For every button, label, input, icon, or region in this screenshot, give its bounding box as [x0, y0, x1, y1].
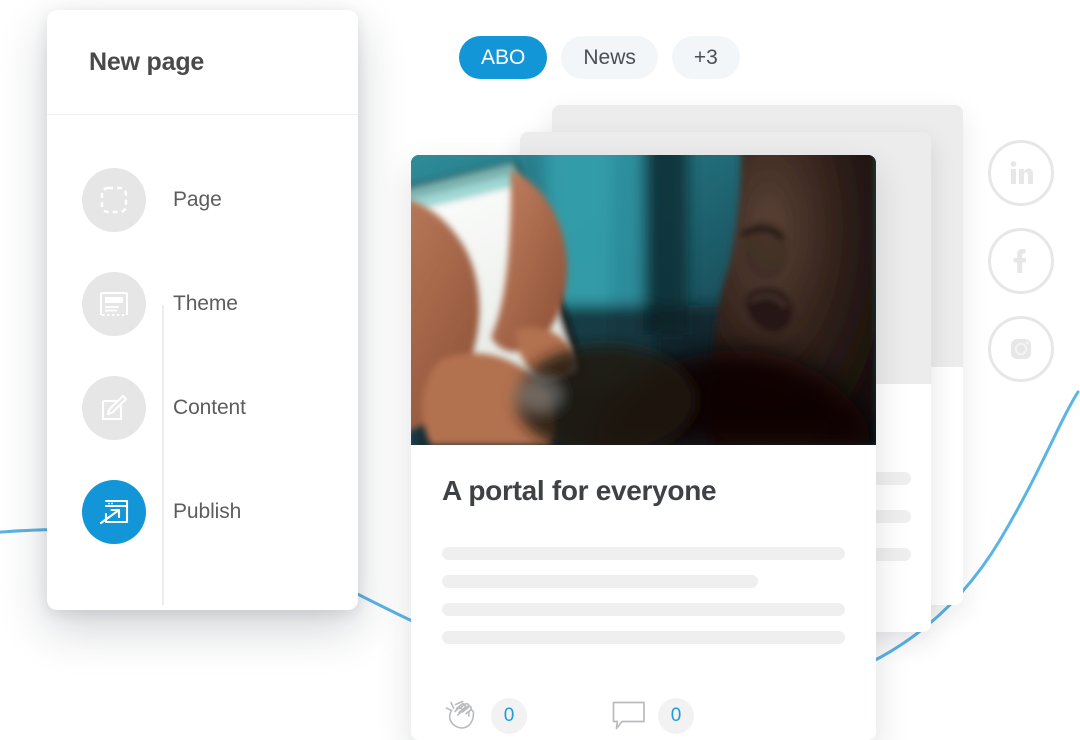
- article-title: A portal for everyone: [442, 475, 717, 506]
- tag-pill-news[interactable]: News: [561, 36, 658, 79]
- wizard-step-content[interactable]: Content: [47, 356, 358, 460]
- instagram-icon: [1011, 339, 1031, 359]
- wizard-step-label-theme: Theme: [173, 292, 238, 315]
- placeholder-line: [442, 575, 759, 588]
- wizard-step-theme[interactable]: Theme: [47, 252, 358, 356]
- tag-pill-abo[interactable]: ABO: [459, 36, 548, 79]
- article-placeholder-lines: [442, 547, 845, 644]
- wizard-header: New page: [47, 10, 358, 115]
- article-card[interactable]: A portal for everyone 0 0: [411, 155, 876, 740]
- tag-pill-row: ABO News +3: [459, 36, 740, 79]
- linkedin-icon: [1010, 161, 1033, 184]
- clap-hands-icon: [445, 700, 475, 729]
- wizard-steps: Page Theme Content Publish: [47, 115, 358, 605]
- layout-template-icon: [100, 292, 128, 316]
- placeholder-line: [442, 631, 845, 644]
- article-actions: 0 0: [442, 698, 845, 734]
- wizard-step-page[interactable]: Page: [47, 148, 358, 252]
- step-bullet-page: [82, 168, 146, 232]
- wizard-step-label-page: Page: [173, 188, 222, 211]
- wizard-step-publish[interactable]: Publish: [47, 460, 358, 564]
- step-bullet-content: [82, 376, 146, 440]
- placeholder-line: [442, 603, 845, 616]
- placeholder-line: [442, 547, 845, 560]
- social-share-column: [988, 140, 1054, 382]
- comment-count: 0: [658, 698, 694, 734]
- publish-window-icon: [99, 499, 129, 525]
- comment-bubble-icon: [612, 701, 645, 730]
- facebook-icon: [1013, 249, 1027, 273]
- page-title: New page: [89, 47, 205, 76]
- step-bullet-publish: [82, 480, 146, 544]
- dashed-frame-icon: [100, 186, 128, 214]
- pencil-edit-icon: [101, 394, 128, 421]
- article-card-body: A portal for everyone 0 0: [411, 445, 876, 734]
- step-bullet-theme: [82, 272, 146, 336]
- comment-action[interactable]: 0: [611, 698, 694, 734]
- article-image: [411, 155, 876, 445]
- tag-pill-more[interactable]: +3: [671, 36, 740, 79]
- wizard-step-label-publish: Publish: [173, 500, 242, 523]
- social-button-linkedin[interactable]: [988, 140, 1054, 206]
- clap-action[interactable]: 0: [442, 698, 527, 734]
- article-photo-illustration: [411, 155, 876, 445]
- new-page-wizard-panel: New page Page Theme Content Publish: [47, 10, 358, 610]
- wizard-step-label-content: Content: [173, 396, 246, 419]
- social-button-instagram[interactable]: [988, 316, 1054, 382]
- illustration-stage: A portal for everyone 0 0 ABO News +3 Ne…: [0, 0, 1080, 740]
- clap-count: 0: [491, 698, 527, 734]
- social-button-facebook[interactable]: [988, 228, 1054, 294]
